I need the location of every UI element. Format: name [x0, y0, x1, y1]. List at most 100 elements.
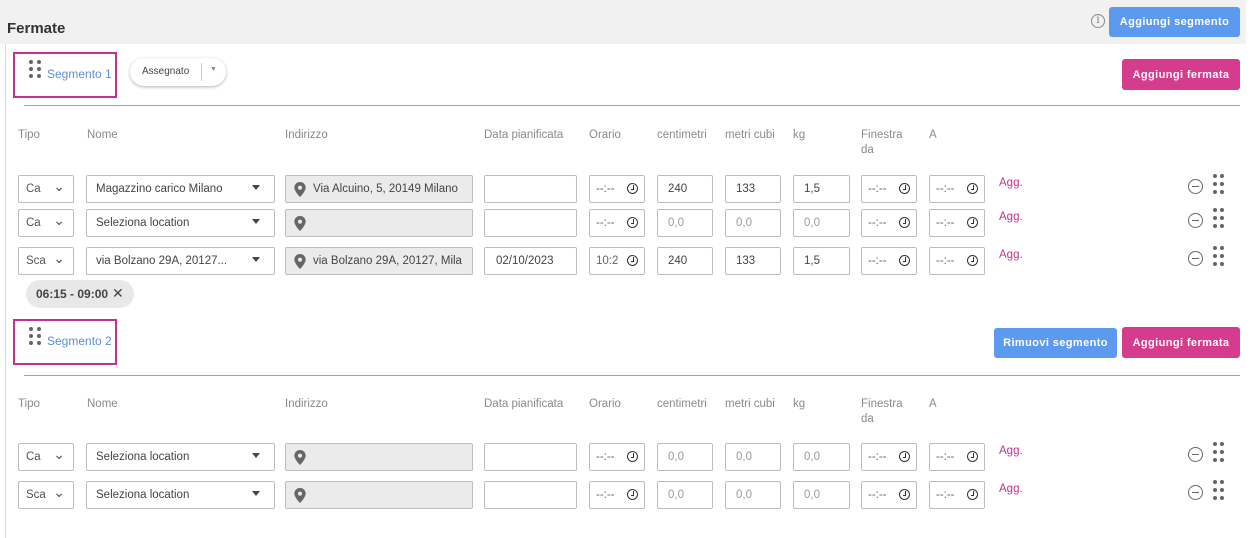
planned-date-input[interactable] — [484, 481, 577, 509]
tipo-select[interactable]: Ca ⌄ — [18, 209, 74, 237]
planned-date-input[interactable] — [484, 209, 577, 237]
window-from-value: --:-- — [868, 489, 887, 501]
drag-handle-icon[interactable] — [1213, 174, 1225, 198]
address-field: via Bolzano 29A, 20127, Mila — [285, 247, 473, 275]
metri-cubi-input[interactable]: 133 — [725, 175, 781, 203]
tipo-select[interactable]: Ca ⌄ — [18, 443, 74, 471]
centimetri-value: 240 — [668, 183, 688, 195]
tipo-select[interactable]: Sca ⌄ — [18, 247, 74, 275]
kg-input[interactable]: 0,0 — [793, 481, 850, 509]
centimetri-input[interactable]: 0,0 — [657, 481, 713, 509]
metri-cubi-value: 133 — [736, 183, 756, 195]
drag-handle-icon[interactable] — [29, 327, 41, 345]
time-value: --:-- — [596, 217, 615, 229]
add-link[interactable]: Agg. — [999, 249, 1023, 261]
kg-input[interactable]: 1,5 — [793, 247, 850, 275]
remove-segment-button[interactable]: Rimuovi segmento — [994, 328, 1117, 358]
segment-1-link[interactable]: Segmento 1 — [47, 67, 112, 81]
tipo-value: Ca — [26, 451, 41, 463]
add-link[interactable]: Agg. — [999, 211, 1023, 223]
dropdown-divider — [201, 63, 202, 81]
panel-border — [5, 44, 6, 538]
tipo-select[interactable]: Sca ⌄ — [18, 481, 74, 509]
header-bar — [0, 0, 1246, 44]
metri-cubi-input[interactable]: 0,0 — [725, 443, 781, 471]
time-input[interactable]: --:-- — [589, 481, 645, 509]
metri-cubi-input[interactable]: 0,0 — [725, 481, 781, 509]
metri-cubi-input[interactable]: 0,0 — [725, 209, 781, 237]
window-to-input[interactable]: --:-- — [929, 175, 985, 203]
time-input[interactable]: --:-- — [589, 209, 645, 237]
tipo-value: Sca — [26, 489, 46, 501]
time-input[interactable]: --:-- — [589, 175, 645, 203]
address-field — [285, 443, 473, 471]
location-select[interactable]: Seleziona location — [86, 209, 275, 237]
time-input[interactable]: 10:2 — [589, 247, 645, 275]
time-window-label: 06:15 - 09:00 — [36, 287, 109, 301]
time-input[interactable]: --:-- — [589, 443, 645, 471]
column-header-finestra-da: Finestra da — [861, 398, 903, 425]
chevron-down-icon: ⌄ — [53, 178, 65, 194]
drag-handle-icon[interactable] — [1213, 246, 1225, 270]
remove-stop-icon[interactable] — [1188, 485, 1203, 500]
remove-stop-icon[interactable] — [1188, 213, 1203, 228]
remove-stop-icon[interactable] — [1188, 179, 1203, 194]
centimetri-input[interactable]: 240 — [657, 247, 713, 275]
window-to-input[interactable]: --:-- — [929, 247, 985, 275]
close-icon[interactable]: ✕ — [112, 285, 124, 302]
tipo-value: Sca — [26, 255, 46, 267]
kg-value: 0,0 — [804, 451, 820, 463]
window-from-input[interactable]: --:-- — [861, 175, 917, 203]
add-stop-button-segment-1[interactable]: Aggiungi fermata — [1122, 59, 1240, 90]
location-pin-icon — [294, 450, 306, 465]
drag-handle-icon[interactable] — [29, 60, 41, 78]
window-to-value: --:-- — [936, 489, 955, 501]
time-window-chip[interactable]: 06:15 - 09:00 ✕ — [26, 280, 134, 308]
window-from-input[interactable]: --:-- — [861, 247, 917, 275]
caret-down-icon — [252, 491, 260, 496]
clock-icon — [627, 451, 638, 462]
centimetri-input[interactable]: 0,0 — [657, 209, 713, 237]
add-stop-button-segment-2[interactable]: Aggiungi fermata — [1122, 327, 1240, 358]
planned-date-input[interactable]: 02/10/2023 — [484, 247, 577, 275]
window-to-input[interactable]: --:-- — [929, 481, 985, 509]
window-from-input[interactable]: --:-- — [861, 443, 917, 471]
centimetri-input[interactable]: 0,0 — [657, 443, 713, 471]
kg-input[interactable]: 1,5 — [793, 175, 850, 203]
drag-handle-icon[interactable] — [1213, 480, 1225, 504]
centimetri-value: 240 — [668, 255, 688, 267]
status-dropdown[interactable]: Assegnato ▼ — [130, 58, 226, 86]
planned-date-input[interactable] — [484, 175, 577, 203]
add-segment-button[interactable]: Aggiungi segmento — [1109, 7, 1240, 37]
info-icon[interactable]: i — [1091, 14, 1105, 28]
planned-date-input[interactable] — [484, 443, 577, 471]
remove-stop-icon[interactable] — [1188, 447, 1203, 462]
window-from-value: --:-- — [868, 183, 887, 195]
kg-input[interactable]: 0,0 — [793, 209, 850, 237]
location-value: Magazzino carico Milano — [96, 183, 223, 195]
centimetri-input[interactable]: 240 — [657, 175, 713, 203]
drag-handle-icon[interactable] — [1213, 208, 1225, 232]
drag-handle-icon[interactable] — [1213, 442, 1225, 466]
segment-2-link[interactable]: Segmento 2 — [47, 334, 112, 348]
remove-stop-icon[interactable] — [1188, 251, 1203, 266]
window-to-input[interactable]: --:-- — [929, 443, 985, 471]
metri-cubi-input[interactable]: 133 — [725, 247, 781, 275]
add-link[interactable]: Agg. — [999, 177, 1023, 189]
window-from-input[interactable]: --:-- — [861, 209, 917, 237]
tipo-select[interactable]: Ca ⌄ — [18, 175, 74, 203]
location-select[interactable]: Magazzino carico Milano — [86, 175, 275, 203]
clock-icon — [967, 217, 978, 228]
kg-input[interactable]: 0,0 — [793, 443, 850, 471]
location-select[interactable]: via Bolzano 29A, 20127... — [86, 247, 275, 275]
add-link[interactable]: Agg. — [999, 445, 1023, 457]
window-from-input[interactable]: --:-- — [861, 481, 917, 509]
time-value: --:-- — [596, 183, 615, 195]
location-select[interactable]: Seleziona location — [86, 481, 275, 509]
location-select[interactable]: Seleziona location — [86, 443, 275, 471]
add-link[interactable]: Agg. — [999, 483, 1023, 495]
caret-down-icon — [252, 219, 260, 224]
window-to-input[interactable]: --:-- — [929, 209, 985, 237]
caret-down-icon — [252, 257, 260, 262]
column-header-a: A — [929, 129, 937, 141]
